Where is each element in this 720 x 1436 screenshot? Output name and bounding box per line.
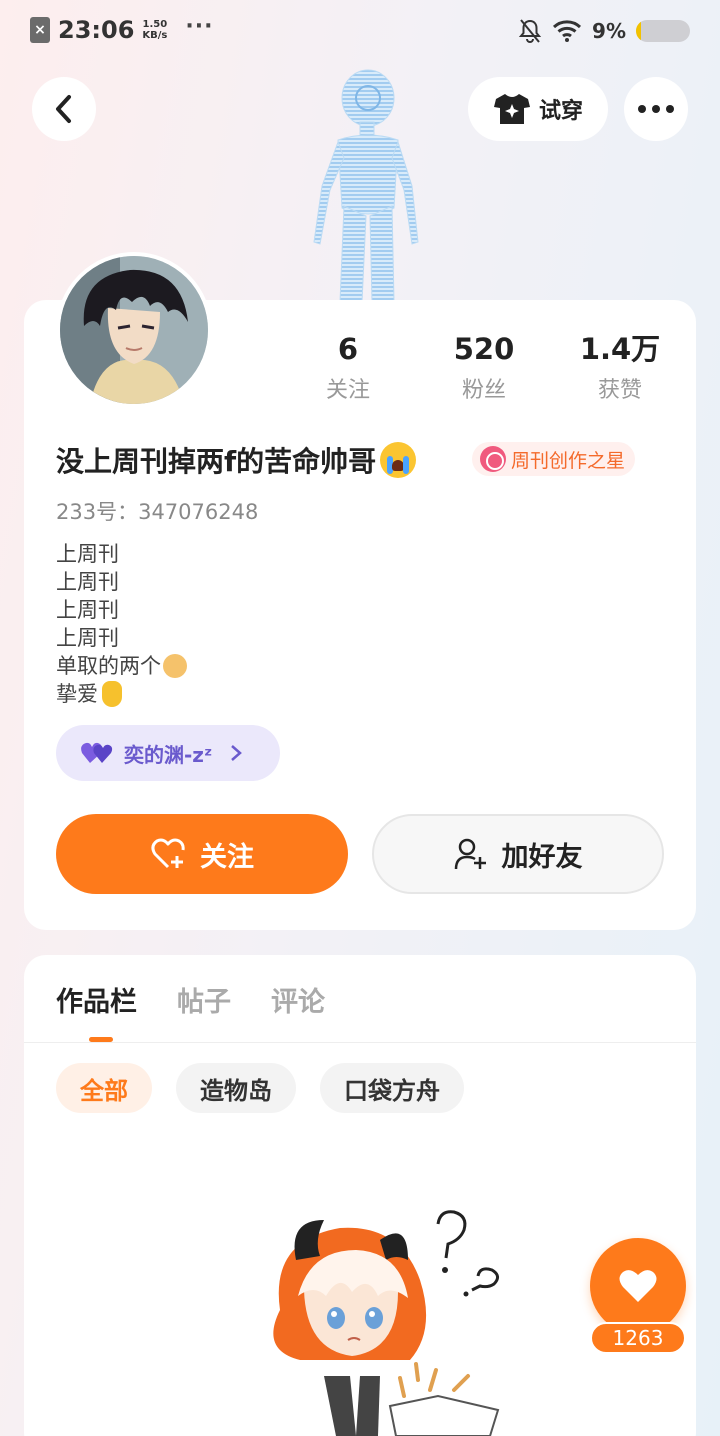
avatar[interactable] [56, 252, 212, 408]
battery-percent: 9% [592, 19, 626, 43]
stat-followers-label: 粉丝 [461, 378, 506, 403]
tshirt-sparkle-icon [493, 94, 530, 124]
stat-likes-label: 获赞 [597, 378, 642, 403]
bio-text: 挚爱 [56, 682, 98, 706]
chevron-left-icon [56, 95, 71, 123]
nickname-row: 没上周刊掉两f的苦命帅哥 [56, 440, 417, 480]
network-speed-value: 1.50 [142, 19, 168, 30]
pointing-down-emoji [102, 681, 122, 707]
back-button[interactable] [32, 77, 96, 141]
filter-chips: 全部 造物岛 口袋方舟 [56, 1063, 464, 1113]
bell-off-icon [518, 19, 542, 43]
double-heart-icon [81, 742, 113, 763]
network-speed-unit: KB/s [142, 30, 168, 41]
chip-all[interactable]: 全部 [56, 1063, 152, 1113]
dog-face-emoji [163, 654, 187, 678]
tab-comments[interactable]: 评论 [271, 980, 325, 1020]
status-more-dots: ··· [185, 13, 214, 39]
bio: 上周刊 上周刊 上周刊 上周刊 单取的两个 挚爱 [56, 540, 187, 708]
stat-following-label: 关注 [325, 378, 370, 403]
content-tabs: 作品栏 帖子 评论 [56, 980, 325, 1020]
stat-likes-count: 1.4万 [579, 332, 661, 366]
profile-stats: 6 关注 520 粉丝 1.4万 获赞 [280, 330, 688, 410]
add-user-icon [454, 838, 486, 870]
bio-line: 挚爱 [56, 680, 187, 708]
tabs-divider [24, 1042, 696, 1043]
battery-icon [636, 20, 690, 42]
bio-line: 上周刊 [56, 596, 187, 624]
badge-label: 周刊创作之星 [511, 449, 626, 472]
nickname: 没上周刊掉两f的苦命帅哥 [56, 445, 377, 478]
stat-followers[interactable]: 520 粉丝 [416, 330, 552, 410]
status-bar: × 23:06 1.50 KB/s ··· 9% [0, 0, 720, 64]
tab-works[interactable]: 作品栏 [56, 980, 137, 1020]
status-left: × 23:06 1.50 KB/s ··· [30, 13, 214, 44]
bio-text: 上周刊 [56, 542, 119, 566]
bio-text: 单取的两个 [56, 654, 161, 678]
chevron-right-icon [231, 745, 243, 761]
tab-posts[interactable]: 帖子 [177, 980, 231, 1020]
add-friend-label: 加好友 [501, 841, 583, 873]
follow-button[interactable]: 关注 [56, 814, 348, 894]
relationship-label: 奕的渊-zᶻ [124, 742, 213, 767]
bio-line: 上周刊 [56, 624, 187, 652]
bio-text: 上周刊 [56, 626, 119, 650]
network-speed: 1.50 KB/s [142, 19, 167, 41]
bio-line: 上周刊 [56, 568, 187, 596]
like-count: 1263 [590, 1322, 686, 1354]
empty-state-illustration [273, 1210, 500, 1436]
add-friend-button[interactable]: 加好友 [372, 814, 664, 894]
relationship-pill[interactable]: 奕的渊-zᶻ [56, 725, 280, 781]
battery-fill [636, 20, 641, 42]
more-horizontal-icon [638, 105, 674, 113]
crying-face-emoji [380, 442, 417, 478]
chip-creation-island[interactable]: 造物岛 [176, 1063, 296, 1113]
stat-following-count: 6 [337, 332, 359, 366]
heart-icon [619, 1270, 657, 1302]
avatar-image [60, 256, 208, 404]
user-id: 233号：347076248 [56, 500, 259, 524]
status-time: 23:06 [58, 16, 135, 44]
badge-flower-icon [480, 446, 506, 472]
bio-text: 上周刊 [56, 570, 119, 594]
try-on-button[interactable]: 试穿 [468, 77, 608, 141]
status-right: 9% [518, 18, 690, 44]
wifi-icon [553, 20, 582, 42]
stat-following[interactable]: 6 关注 [280, 330, 416, 410]
creator-star-badge[interactable]: 周刊创作之星 [472, 442, 636, 476]
chip-pocket-ark[interactable]: 口袋方舟 [320, 1063, 464, 1113]
bio-text: 上周刊 [56, 598, 119, 622]
follow-label: 关注 [200, 841, 254, 873]
avatar-figure[interactable] [296, 66, 426, 302]
stat-likes[interactable]: 1.4万 获赞 [552, 330, 688, 410]
try-on-label: 试穿 [538, 99, 583, 124]
heart-plus-icon [151, 838, 185, 869]
bio-line: 单取的两个 [56, 652, 187, 680]
more-options-button[interactable] [624, 77, 688, 141]
sim-off-icon: × [30, 17, 50, 43]
like-button[interactable] [590, 1238, 686, 1334]
bio-line: 上周刊 [56, 540, 187, 568]
stat-followers-count: 520 [453, 332, 515, 366]
